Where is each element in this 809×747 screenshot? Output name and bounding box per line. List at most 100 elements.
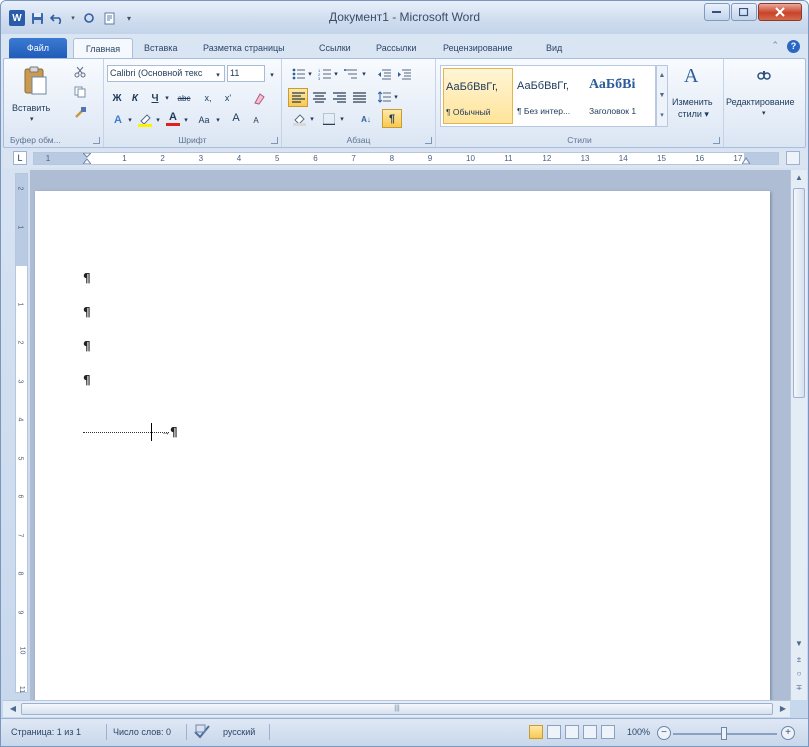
font-color-dropdown-icon[interactable]: ▾: [182, 111, 190, 129]
print-layout-view-button[interactable]: [529, 725, 543, 739]
close-button[interactable]: [758, 3, 802, 21]
tab-references[interactable]: Ссылки: [319, 38, 351, 59]
borders-dropdown-icon[interactable]: ▾: [338, 110, 346, 128]
help-icon[interactable]: ?: [787, 40, 800, 53]
decrease-indent-icon[interactable]: [376, 65, 392, 83]
tab-selector-button[interactable]: L: [13, 151, 27, 165]
font-color-button[interactable]: A: [164, 109, 182, 127]
show-formatting-marks-button[interactable]: ¶: [382, 109, 402, 128]
font-launcher-icon[interactable]: [271, 137, 278, 144]
superscript-button[interactable]: x': [220, 89, 236, 107]
text-effects-dropdown-icon[interactable]: ▾: [126, 111, 134, 129]
shading-icon[interactable]: [290, 110, 308, 128]
paste-dropdown-icon[interactable]: ▾: [30, 115, 34, 123]
align-right-button[interactable]: [330, 88, 348, 106]
style-normal[interactable]: АаБбВвГг, ¶ Обычный: [443, 68, 513, 124]
view-ruler-toggle[interactable]: [786, 151, 800, 165]
change-case-dropdown-icon[interactable]: ▾: [214, 111, 222, 129]
numbering-dropdown-icon[interactable]: ▾: [332, 65, 340, 83]
styles-gallery-scroll[interactable]: ▲ ▼ ▾: [656, 65, 668, 127]
tab-view[interactable]: Вид: [546, 38, 562, 59]
font-name-combo[interactable]: Calibri (Основной текс: [107, 65, 225, 82]
vertical-scroll-thumb[interactable]: [793, 188, 805, 398]
shading-dropdown-icon[interactable]: ▾: [308, 110, 316, 128]
proofing-icon[interactable]: [193, 724, 211, 742]
change-styles-button[interactable]: A Изменить стили ▾: [670, 63, 720, 129]
minimize-ribbon-icon[interactable]: ⌃: [771, 40, 779, 53]
font-size-dropdown-icon[interactable]: ▾: [266, 66, 278, 84]
next-page-icon[interactable]: ∓: [793, 682, 805, 694]
tab-file[interactable]: Файл: [9, 38, 67, 59]
underline-button[interactable]: Ч: [148, 89, 162, 107]
line-spacing-dropdown-icon[interactable]: ▾: [392, 88, 400, 106]
line-spacing-icon[interactable]: [376, 88, 392, 106]
styles-launcher-icon[interactable]: [713, 137, 720, 144]
sort-button[interactable]: А↓: [356, 110, 376, 128]
paste-label[interactable]: Вставить: [12, 103, 50, 113]
clear-formatting-icon[interactable]: [250, 89, 268, 107]
vertical-ruler[interactable]: 2 1 1 2 3 4 5 6 7 8 9 10 11: [15, 173, 28, 693]
grow-font-button[interactable]: A: [228, 109, 244, 127]
minimize-button[interactable]: [704, 3, 730, 21]
bold-button[interactable]: Ж: [110, 89, 124, 107]
tab-home[interactable]: Главная: [73, 38, 133, 59]
editing-dropdown-icon[interactable]: ▾: [762, 109, 766, 117]
borders-icon[interactable]: [320, 110, 338, 128]
format-painter-icon[interactable]: [72, 103, 88, 121]
multilevel-list-icon[interactable]: [342, 65, 360, 83]
page-count-status[interactable]: Страница: 1 из 1: [11, 727, 81, 737]
bullets-dropdown-icon[interactable]: ▾: [306, 65, 314, 83]
scroll-up-icon[interactable]: ▲: [793, 172, 805, 184]
align-left-button[interactable]: [288, 88, 308, 107]
underline-dropdown-icon[interactable]: ▾: [162, 89, 172, 107]
tab-insert[interactable]: Вставка: [144, 38, 177, 59]
italic-button[interactable]: К: [128, 89, 142, 107]
word-count-status[interactable]: Число слов: 0: [113, 727, 171, 737]
font-size-combo[interactable]: 11: [227, 65, 265, 82]
horizontal-ruler[interactable]: 1 1 2 3 4 5 6 7 8 9 10 11 12 13 14 15 16 17: [33, 152, 779, 165]
zoom-level[interactable]: 100%: [627, 727, 650, 737]
scroll-down-icon[interactable]: ▼: [793, 638, 805, 650]
editing-icon[interactable]: [757, 69, 771, 83]
justify-button[interactable]: [350, 88, 368, 106]
editing-label[interactable]: Редактирование: [726, 97, 795, 107]
previous-page-icon[interactable]: ±: [793, 654, 805, 666]
tab-page-layout[interactable]: Разметка страницы: [203, 38, 285, 59]
zoom-slider-thumb[interactable]: [721, 727, 727, 740]
change-case-button[interactable]: Aa: [194, 111, 214, 129]
horizontal-scroll-thumb[interactable]: |||: [21, 703, 773, 715]
text-effects-icon[interactable]: A: [110, 111, 126, 129]
language-status[interactable]: русский: [223, 727, 255, 737]
highlight-color-icon[interactable]: [136, 111, 154, 129]
zoom-out-icon[interactable]: −: [657, 726, 671, 740]
outline-view-button[interactable]: [583, 725, 597, 739]
highlight-dropdown-icon[interactable]: ▾: [154, 111, 162, 129]
scroll-left-icon[interactable]: ◀: [7, 703, 19, 715]
tab-mailings[interactable]: Рассылки: [376, 38, 416, 59]
select-browse-object-icon[interactable]: ○: [793, 668, 805, 680]
align-center-button[interactable]: [310, 88, 328, 106]
shrink-font-button[interactable]: A: [248, 111, 264, 129]
horizontal-scrollbar[interactable]: ◀ ||| ▶: [3, 700, 790, 717]
maximize-button[interactable]: [731, 3, 757, 21]
clipboard-launcher-icon[interactable]: [93, 137, 100, 144]
scroll-right-icon[interactable]: ▶: [777, 703, 789, 715]
full-screen-reading-view-button[interactable]: [547, 725, 561, 739]
draft-view-button[interactable]: [601, 725, 615, 739]
web-layout-view-button[interactable]: [565, 725, 579, 739]
multilevel-dropdown-icon[interactable]: ▾: [360, 65, 368, 83]
style-heading-1[interactable]: АаБбВі Заголовок 1: [587, 68, 653, 124]
paragraph-launcher-icon[interactable]: [425, 137, 432, 144]
zoom-in-icon[interactable]: +: [781, 726, 795, 740]
increase-indent-icon[interactable]: [396, 65, 412, 83]
document-page[interactable]: ¶ ¶ ¶ ¶ → ¶: [35, 191, 770, 700]
style-no-spacing[interactable]: АаБбВвГг, ¶ Без интер...: [515, 68, 585, 124]
copy-icon[interactable]: [72, 83, 88, 101]
strikethrough-button[interactable]: abc: [174, 89, 194, 107]
subscript-button[interactable]: x,: [200, 89, 216, 107]
cut-icon[interactable]: [72, 63, 88, 81]
tab-review[interactable]: Рецензирование: [443, 38, 513, 59]
font-name-dropdown-icon[interactable]: ▾: [212, 66, 224, 84]
paste-icon[interactable]: [22, 65, 48, 99]
vertical-scrollbar[interactable]: ▲ ▼ ± ○ ∓: [790, 170, 807, 700]
